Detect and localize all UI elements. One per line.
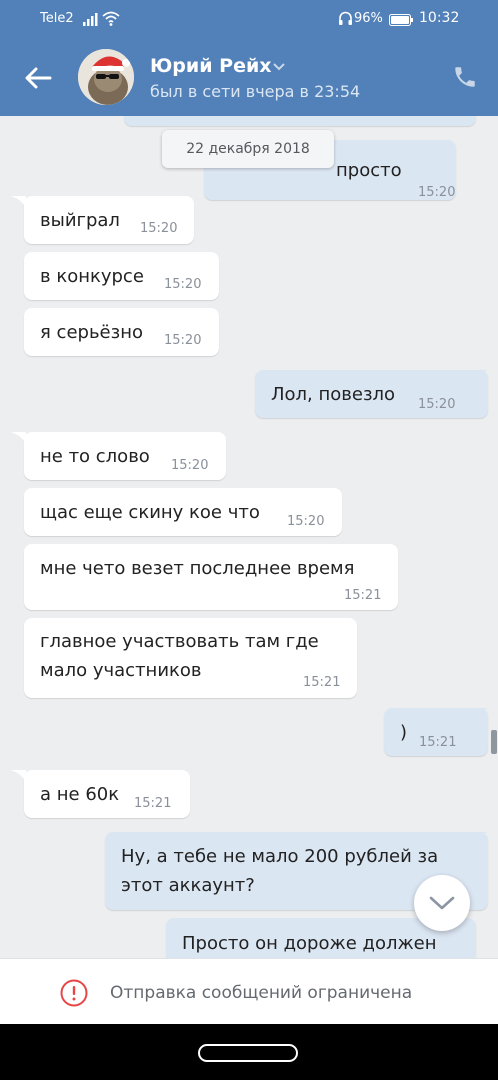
scrollbar-thumb[interactable]	[491, 730, 497, 754]
message-bubble[interactable]: не то слово 15:20	[24, 432, 226, 480]
message-bubble[interactable]: я серьёзно 15:20	[24, 308, 219, 356]
home-gesture-bar[interactable]	[198, 1044, 298, 1062]
message-text: )	[400, 722, 408, 743]
message-time: 15:20	[418, 185, 456, 200]
message-time: 15:20	[164, 277, 202, 292]
message-time: 15:21	[134, 796, 172, 811]
message-time: 15:20	[418, 397, 456, 412]
scroll-down-button[interactable]	[414, 875, 470, 931]
message-text: Просто он дороже должен	[182, 933, 437, 954]
message-time: 15:21	[303, 675, 341, 690]
message-bubble[interactable]: ) 15:21	[384, 708, 488, 756]
date-separator: 22 декабря 2018	[162, 130, 334, 168]
avatar[interactable]	[78, 49, 134, 105]
carrier-label: Tele2	[40, 11, 74, 26]
message-time: 15:20	[164, 333, 202, 348]
contact-status: был в сети вчера в 23:54	[150, 82, 361, 101]
status-bar: Tele2 96% 10:32	[0, 0, 498, 40]
headphones-icon	[339, 11, 352, 25]
system-nav-bar	[0, 1024, 498, 1080]
wifi-icon	[102, 11, 120, 26]
restriction-text: Отправка сообщений ограничена	[110, 983, 413, 1003]
message-bubble[interactable]: выйграл 15:20	[24, 196, 194, 244]
message-time: 15:21	[344, 588, 382, 603]
message-bubble[interactable]: щас еще скину кое что 15:20	[24, 488, 342, 536]
message-text: выйграл	[40, 210, 120, 231]
contact-name[interactable]: Юрий Рейх	[150, 55, 272, 77]
message-text: я серьёзно	[40, 322, 143, 343]
message-text: мне чето везет последнее время	[40, 558, 355, 579]
message-bubble[interactable]	[124, 116, 476, 126]
exclamation-circle-icon	[60, 979, 88, 1007]
message-restriction-bar: Отправка сообщений ограничена	[0, 958, 498, 1024]
message-bubble[interactable]: а не 60к 15:21	[24, 770, 190, 818]
message-text: щас еще скину кое что	[40, 502, 260, 523]
chevron-down-icon	[429, 896, 455, 910]
status-time: 10:32	[419, 10, 460, 26]
message-bubble[interactable]: в конкурсе 15:20	[24, 252, 219, 300]
battery-icon	[389, 14, 413, 26]
message-bubble[interactable]: главное участвовать там где мало участни…	[24, 618, 357, 698]
message-list[interactable]: просто 15:20 22 декабря 2018 выйграл 15:…	[0, 116, 498, 958]
message-time: 15:20	[287, 514, 325, 529]
avatar-image	[78, 49, 134, 105]
message-line: главное участвовать там где мало участни…	[40, 631, 319, 681]
message-time: 15:20	[140, 221, 178, 236]
chevron-down-icon[interactable]	[272, 62, 286, 72]
message-bubble[interactable]: мне чето везет последнее время 15:21	[24, 544, 398, 610]
message-text: а не 60к	[40, 784, 120, 805]
message-text: не то слово	[40, 446, 150, 467]
message-time: 15:20	[171, 458, 209, 473]
message-text: просто	[336, 160, 402, 181]
chat-header: Юрий Рейх был в сети вчера в 23:54	[0, 40, 498, 116]
message-bubble[interactable]: Лол, повезло 15:20	[255, 370, 488, 418]
battery-percent: 96%	[354, 11, 383, 26]
message-text: в конкурсе	[40, 266, 144, 287]
phone-icon[interactable]	[452, 64, 478, 90]
signal-icon	[83, 13, 98, 26]
message-text: главное участвовать там где мало участни…	[40, 627, 319, 685]
message-time: 15:21	[419, 735, 457, 750]
message-text: Ну, а тебе не мало 200 рублей за этот ак…	[121, 842, 438, 900]
arrow-left-icon[interactable]	[22, 62, 54, 94]
message-line: Ну, а тебе не мало 200 рублей за этот ак…	[121, 846, 439, 896]
message-text: Лол, повезло	[271, 384, 396, 405]
